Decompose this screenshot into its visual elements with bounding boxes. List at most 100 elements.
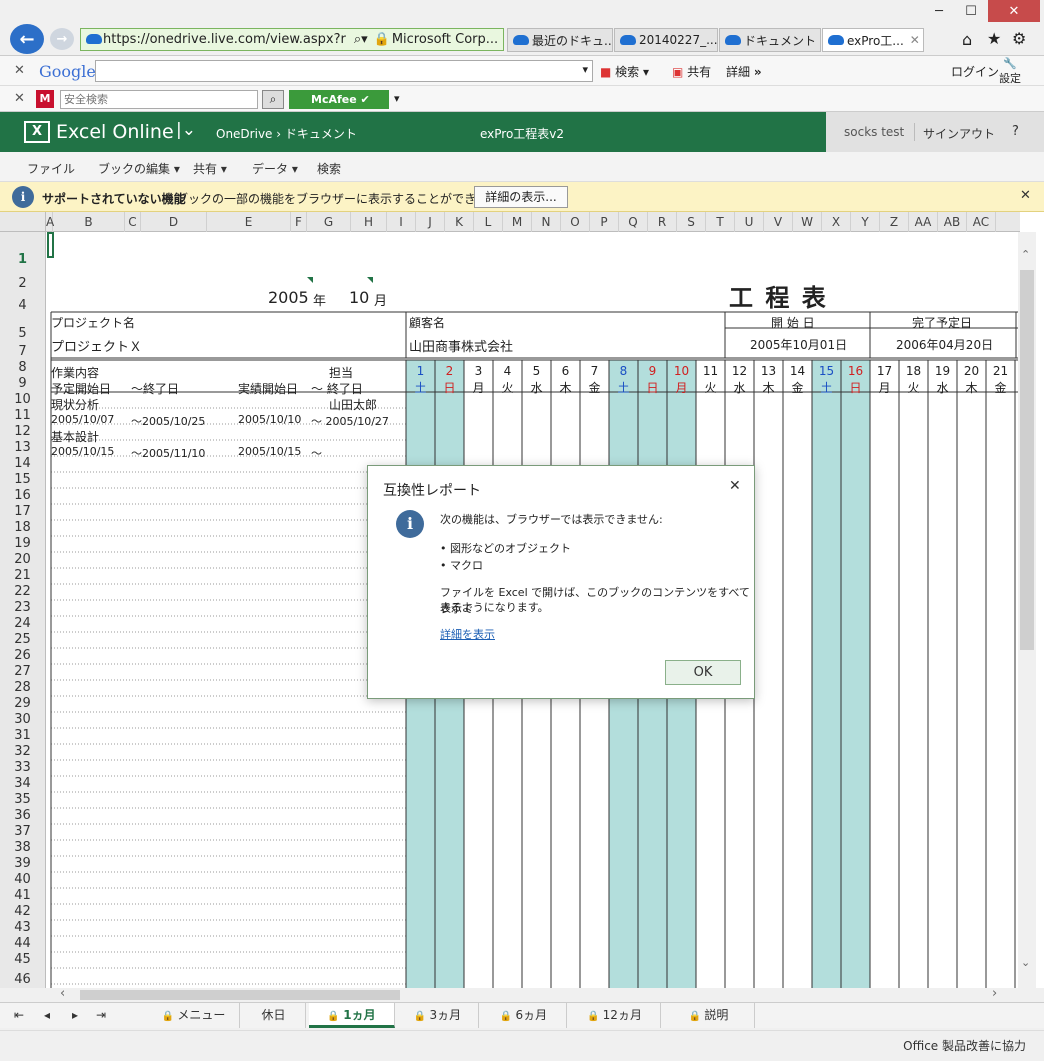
share-button[interactable]: ▣ 共有 xyxy=(672,63,711,80)
row-header[interactable]: 2 xyxy=(0,276,45,292)
sheet-tab[interactable]: 🔒 説明 xyxy=(663,1003,755,1028)
app-menu-chevron-icon[interactable]: |⌄ xyxy=(176,120,196,140)
column-header[interactable]: E xyxy=(207,212,291,232)
row-header[interactable]: 18 xyxy=(0,520,45,536)
menu-file[interactable]: ファイル xyxy=(27,160,75,177)
office-improvement-link[interactable]: Office 製品改善に協力 xyxy=(903,1037,1026,1054)
sheet-tab[interactable]: 🔒 12ヵ月 xyxy=(569,1003,661,1028)
sheet-tab[interactable]: 休日 xyxy=(242,1003,306,1028)
row-header[interactable]: 11 xyxy=(0,408,45,424)
row-header[interactable]: 16 xyxy=(0,488,45,504)
forward-button[interactable]: → xyxy=(50,28,74,50)
column-header[interactable]: S xyxy=(677,212,706,232)
menu-share[interactable]: 共有 ▾ xyxy=(193,160,227,177)
active-cell-a1[interactable] xyxy=(47,232,54,258)
column-header[interactable]: AB xyxy=(938,212,967,232)
more-button[interactable]: 詳細 » xyxy=(726,63,762,80)
mcafee-button[interactable]: McAfee ✔ xyxy=(289,90,389,109)
row-header[interactable]: 24 xyxy=(0,616,45,632)
row-header[interactable]: 25 xyxy=(0,632,45,648)
browser-tab[interactable]: ドキュメント - ... xyxy=(719,28,821,52)
safe-search-input[interactable] xyxy=(60,90,258,109)
site-identity[interactable]: Microsoft Corp... xyxy=(392,32,498,47)
row-header[interactable]: 15 xyxy=(0,472,45,488)
search-dropdown-icon[interactable]: ⌕▾ xyxy=(354,32,368,47)
row-header[interactable]: 31 xyxy=(0,728,45,744)
show-details-button[interactable]: 詳細の表示... xyxy=(474,186,568,208)
column-header[interactable]: L xyxy=(474,212,503,232)
row-header[interactable]: 1 xyxy=(0,252,45,268)
close-window-button[interactable]: ✕ xyxy=(988,0,1040,22)
favorites-star-icon[interactable]: ★ xyxy=(987,29,1001,48)
signout-link[interactable]: サインアウト xyxy=(923,125,995,142)
row-header[interactable]: 34 xyxy=(0,776,45,792)
sheet-tab[interactable]: 🔒 1ヵ月 xyxy=(309,1003,395,1028)
column-header[interactable]: W xyxy=(793,212,822,232)
column-header[interactable]: N xyxy=(532,212,561,232)
column-header[interactable]: R xyxy=(648,212,677,232)
help-button[interactable]: ? xyxy=(1012,124,1019,139)
row-header[interactable]: 33 xyxy=(0,760,45,776)
next-sheet-icon[interactable]: ▸ xyxy=(68,1003,82,1028)
column-header[interactable]: H xyxy=(351,212,387,232)
minimize-button[interactable]: ─ xyxy=(924,0,954,22)
column-header[interactable]: Y xyxy=(851,212,880,232)
breadcrumb-onedrive[interactable]: OneDrive xyxy=(216,127,272,141)
row-header[interactable]: 19 xyxy=(0,536,45,552)
home-icon[interactable]: ⌂ xyxy=(962,30,972,49)
scroll-down-icon[interactable]: ⌄ xyxy=(1021,956,1030,969)
row-header[interactable]: 9 xyxy=(0,376,45,392)
row-header[interactable]: 27 xyxy=(0,664,45,680)
login-button[interactable]: ログイン xyxy=(951,63,999,80)
breadcrumb-folder[interactable]: ドキュメント xyxy=(285,127,357,141)
row-header[interactable]: 45 xyxy=(0,952,45,968)
row-header[interactable]: 37 xyxy=(0,824,45,840)
row-header[interactable]: 40 xyxy=(0,872,45,888)
user-name[interactable]: socks test xyxy=(844,125,904,139)
column-header[interactable]: B xyxy=(53,212,125,232)
vertical-scrollbar[interactable]: ⌃ ⌄ xyxy=(1018,232,1036,988)
show-details-link[interactable]: 詳細を表示 xyxy=(440,626,495,642)
column-header[interactable]: AC xyxy=(967,212,996,232)
row-header[interactable]: 28 xyxy=(0,680,45,696)
sheet-tab[interactable]: 🔒 3ヵ月 xyxy=(397,1003,479,1028)
maximize-button[interactable]: ☐ xyxy=(956,0,986,22)
column-header[interactable]: I xyxy=(387,212,416,232)
first-sheet-icon[interactable]: ⇤ xyxy=(12,1003,26,1028)
row-header[interactable]: 39 xyxy=(0,856,45,872)
row-header[interactable]: 38 xyxy=(0,840,45,856)
url-field[interactable]: https://onedrive.live.com/view.aspx?r ⌕▾… xyxy=(80,28,504,51)
scroll-left-icon[interactable]: ‹ xyxy=(60,986,65,1001)
sheet-tab[interactable]: 🔒 6ヵ月 xyxy=(481,1003,567,1028)
close-toolbar-icon[interactable]: ✕ xyxy=(14,63,25,78)
back-button[interactable]: ← xyxy=(10,24,44,54)
sheet-tab[interactable]: 🔒 メニュー xyxy=(148,1003,240,1028)
row-header[interactable]: 10 xyxy=(0,392,45,408)
menu-edit-book[interactable]: ブックの編集 ▾ xyxy=(98,160,180,177)
row-header[interactable]: 21 xyxy=(0,568,45,584)
ok-button[interactable]: OK xyxy=(665,660,741,685)
row-header[interactable]: 46 xyxy=(0,972,45,988)
row-header[interactable]: 17 xyxy=(0,504,45,520)
menu-find[interactable]: 検索 xyxy=(317,160,341,177)
browser-tab-active[interactable]: exPro工... ✕ xyxy=(822,28,924,52)
column-header[interactable]: Q xyxy=(619,212,648,232)
row-header[interactable]: 43 xyxy=(0,920,45,936)
browser-tab[interactable]: 最近のドキュ... xyxy=(507,28,613,52)
column-header[interactable]: F xyxy=(291,212,307,232)
row-header[interactable]: 13 xyxy=(0,440,45,456)
row-header[interactable]: 23 xyxy=(0,600,45,616)
browser-tab[interactable]: 20140227_... xyxy=(614,28,718,52)
vertical-scroll-thumb[interactable] xyxy=(1020,270,1034,650)
column-header[interactable]: U xyxy=(735,212,764,232)
close-tab-icon[interactable]: ✕ xyxy=(910,33,920,47)
row-header[interactable]: 22 xyxy=(0,584,45,600)
row-header[interactable]: 32 xyxy=(0,744,45,760)
row-header[interactable]: 35 xyxy=(0,792,45,808)
close-toolbar-icon[interactable]: ✕ xyxy=(14,91,25,106)
scroll-right-icon[interactable]: › xyxy=(992,986,997,1001)
column-header[interactable]: X xyxy=(822,212,851,232)
row-header[interactable]: 20 xyxy=(0,552,45,568)
row-header[interactable]: 5 xyxy=(0,326,45,342)
column-header[interactable]: P xyxy=(590,212,619,232)
